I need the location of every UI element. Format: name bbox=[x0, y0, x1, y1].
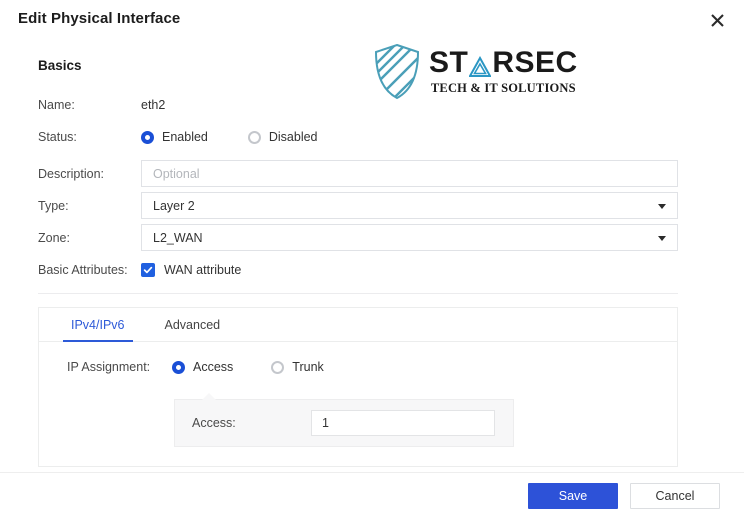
description-label: Description: bbox=[38, 166, 104, 181]
tab-advanced[interactable]: Advanced bbox=[161, 318, 225, 341]
ip-assignment-label: IP Assignment: bbox=[67, 360, 151, 374]
brand-logo: ST RSEC TECH & IT SOLUTIONS bbox=[374, 44, 578, 100]
section-divider bbox=[38, 293, 678, 294]
close-icon[interactable] bbox=[705, 8, 729, 32]
radio-indicator-disabled bbox=[247, 130, 261, 144]
access-callout-panel: Access: 1 bbox=[174, 392, 514, 447]
radio-label-enabled: Enabled bbox=[162, 130, 208, 144]
cancel-button[interactable]: Cancel bbox=[630, 482, 720, 509]
field-row-ip-assignment: IP Assignment: Access Trunk bbox=[39, 360, 677, 374]
dialog-title: Edit Physical Interface bbox=[18, 10, 181, 27]
brand-name-part1: ST bbox=[429, 46, 469, 79]
brand-wordmark: ST RSEC bbox=[429, 48, 578, 78]
field-row-status: Status: Enabled Disabled bbox=[38, 126, 318, 148]
radio-ip-assignment-access[interactable]: Access bbox=[172, 360, 233, 374]
check-icon bbox=[141, 263, 155, 277]
basic-attributes-label: Basic Attributes: bbox=[38, 263, 128, 277]
dialog-header: Edit Physical Interface bbox=[0, 0, 744, 38]
triangle-a-icon bbox=[468, 54, 493, 77]
type-select[interactable]: Layer 2 bbox=[141, 192, 678, 219]
access-label: Access: bbox=[192, 416, 236, 430]
chevron-down-icon bbox=[658, 235, 666, 241]
tab-bar: IPv4/IPv6 Advanced bbox=[39, 308, 677, 342]
radio-label-access: Access bbox=[193, 360, 234, 374]
type-label: Type: bbox=[38, 198, 69, 213]
status-label: Status: bbox=[38, 130, 77, 144]
checkbox-wan-attribute[interactable]: WAN attribute bbox=[141, 263, 241, 277]
brand-tagline: TECH & IT SOLUTIONS bbox=[430, 81, 576, 95]
checkbox-label-wan-attribute: WAN attribute bbox=[164, 263, 242, 277]
dialog-footer: Save Cancel bbox=[0, 472, 744, 518]
zone-label: Zone: bbox=[38, 230, 70, 245]
name-label: Name: bbox=[38, 98, 75, 112]
save-button[interactable]: Save bbox=[528, 482, 618, 509]
brand-name-part2: RSEC bbox=[492, 46, 578, 79]
type-select-value: Layer 2 bbox=[153, 198, 195, 213]
zone-select[interactable]: L2_WAN bbox=[141, 224, 678, 251]
tab-ipv4-ipv6[interactable]: IPv4/IPv6 bbox=[63, 318, 132, 342]
radio-indicator-access bbox=[172, 360, 185, 374]
radio-ip-assignment-trunk[interactable]: Trunk bbox=[271, 360, 324, 374]
radio-status-disabled[interactable]: Disabled bbox=[247, 130, 318, 144]
field-row-description: Description: Optional bbox=[38, 160, 678, 187]
radio-label-disabled: Disabled bbox=[268, 130, 318, 144]
shield-icon bbox=[374, 44, 420, 100]
chevron-down-icon bbox=[658, 203, 666, 209]
field-row-zone: Zone: L2_WAN bbox=[38, 224, 678, 251]
radio-status-enabled[interactable]: Enabled bbox=[141, 130, 208, 144]
basics-heading: Basics bbox=[38, 58, 82, 73]
field-row-type: Type: Layer 2 bbox=[38, 192, 678, 219]
radio-indicator-trunk bbox=[271, 360, 285, 374]
field-row-basic-attributes: Basic Attributes: WAN attribute bbox=[38, 259, 241, 281]
description-input[interactable]: Optional bbox=[141, 160, 678, 187]
field-row-name: Name: eth2 bbox=[38, 94, 165, 116]
access-input[interactable]: 1 bbox=[311, 410, 495, 436]
zone-select-value: L2_WAN bbox=[153, 230, 203, 245]
interface-tab-panel: IPv4/IPv6 Advanced IP Assignment: Access… bbox=[38, 307, 678, 467]
name-value: eth2 bbox=[141, 98, 166, 112]
radio-indicator-enabled bbox=[141, 130, 154, 144]
radio-label-trunk: Trunk bbox=[292, 360, 324, 374]
